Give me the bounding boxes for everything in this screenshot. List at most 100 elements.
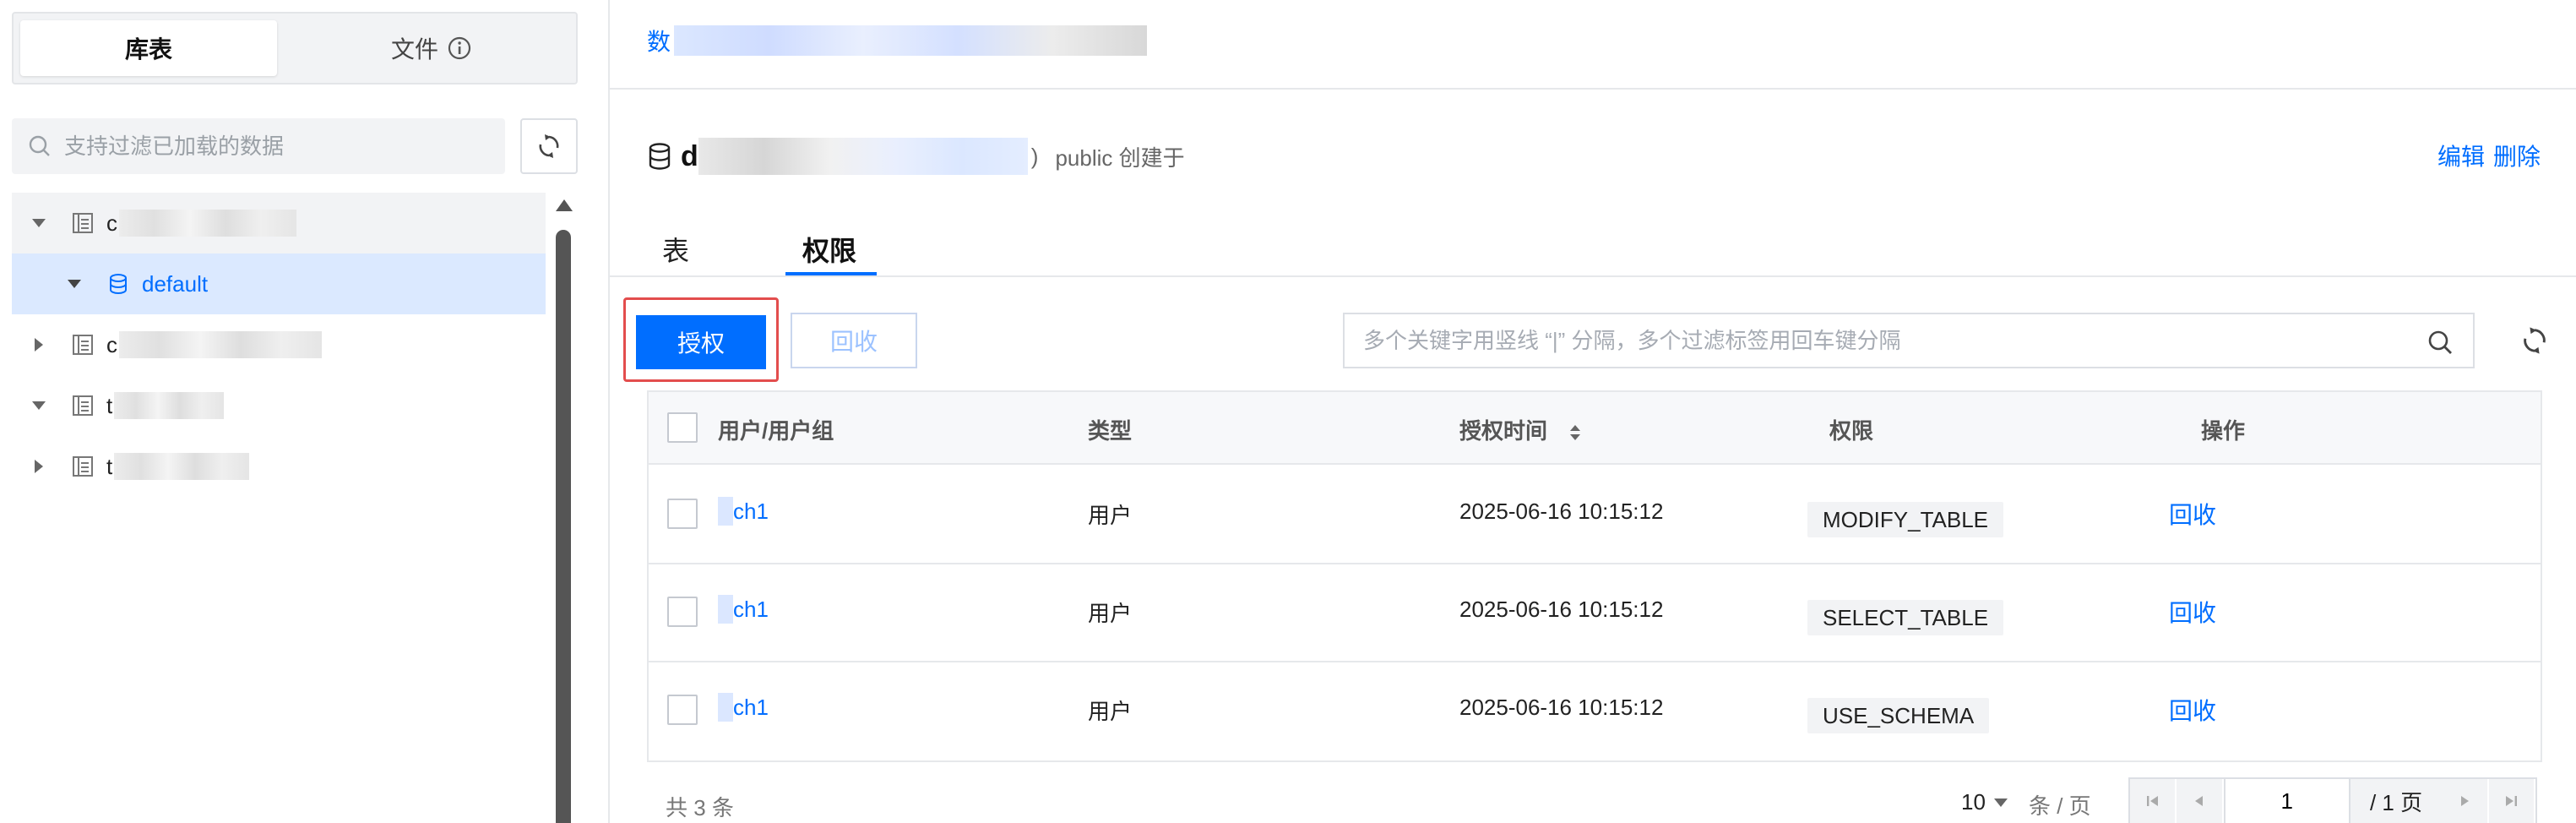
edit-link[interactable]: 编辑 <box>2437 139 2485 172</box>
caret-right-icon[interactable] <box>29 456 49 477</box>
search-icon[interactable] <box>2426 328 2454 357</box>
catalog-icon <box>71 455 95 478</box>
tree-node[interactable]: t <box>12 436 546 497</box>
column-header-user: 用户/用户组 <box>718 418 834 444</box>
filter-input[interactable] <box>1363 327 2402 354</box>
user-link[interactable]: ch1 <box>733 695 769 721</box>
redacted-label <box>119 210 296 237</box>
sidebar-tabs: 库表 文件 <box>12 12 578 84</box>
user-cell: ch1 <box>718 693 769 722</box>
page-number-input[interactable] <box>2223 779 2350 823</box>
sidebar-scrollbar[interactable] <box>552 199 576 823</box>
user-link[interactable]: ch1 <box>733 499 769 525</box>
row-checkbox[interactable] <box>667 597 698 627</box>
tab-library[interactable]: 库表 <box>20 20 277 76</box>
sidebar-search-input[interactable] <box>64 133 486 160</box>
total-pages: / 1 页 <box>2350 779 2443 823</box>
last-page-icon <box>2506 796 2518 806</box>
user-cell: ch1 <box>718 497 769 526</box>
database-meta: public 创建于 <box>1055 144 1185 171</box>
database-paren: ) <box>1030 143 1039 169</box>
tree-node-label: t <box>106 453 113 479</box>
sidebar-search <box>12 118 505 174</box>
catalog-icon <box>71 394 95 417</box>
first-page-icon <box>2146 796 2158 806</box>
first-page-button[interactable] <box>2130 779 2177 823</box>
chevron-down-icon <box>1993 798 2008 807</box>
tree-node-label: default <box>142 270 209 297</box>
caret-down-icon[interactable] <box>64 274 84 294</box>
breadcrumb-link[interactable]: 数 <box>647 24 671 57</box>
caret-down-icon[interactable] <box>29 395 49 416</box>
column-header-action: 操作 <box>2201 418 2246 444</box>
time-cell: 2025-06-16 10:15:12 <box>1459 597 1664 622</box>
permissions-table: 用户/用户组 类型 授权时间 权限 操作 ch1 用户 2025-06-16 1… <box>647 390 2542 762</box>
user-cell: ch1 <box>718 595 769 624</box>
redacted-breadcrumb <box>674 25 1148 56</box>
type-cell: 用户 <box>1088 601 1133 626</box>
column-header-time-label: 授权时间 <box>1459 418 1548 444</box>
catalog-icon <box>71 333 95 357</box>
tree-node[interactable]: t <box>12 375 546 436</box>
database-icon <box>106 272 130 296</box>
filter-box <box>1343 313 2475 368</box>
database-tree: c default c t t <box>12 193 546 497</box>
tree-node[interactable]: c <box>12 193 546 253</box>
tabs-divider <box>610 275 2576 277</box>
caret-right-icon[interactable] <box>29 335 49 355</box>
row-revoke-link[interactable]: 回收 <box>2169 497 2216 531</box>
redacted-user <box>718 497 733 526</box>
pagination: / 1 页 <box>2128 777 2537 823</box>
content-tabs: 表 权限 <box>610 225 2576 277</box>
sidebar: 库表 文件 支持过滤已加载的数据 c default c t t <box>0 0 593 823</box>
tree-node[interactable]: c <box>12 314 546 375</box>
database-header: d ) public 创建于 <box>647 135 1185 177</box>
permission-tag: USE_SCHEMA <box>1807 698 1990 733</box>
user-link[interactable]: ch1 <box>733 597 769 623</box>
sort-icon[interactable] <box>1568 423 1582 442</box>
redacted-user <box>718 693 733 722</box>
grant-button[interactable]: 授权 <box>636 315 766 369</box>
scroll-up-arrow-icon[interactable] <box>556 199 573 211</box>
delete-link[interactable]: 删除 <box>2493 139 2541 172</box>
tab-files[interactable]: 文件 <box>292 20 571 76</box>
info-icon[interactable] <box>447 35 472 61</box>
scroll-thumb[interactable] <box>556 230 571 823</box>
prev-page-button[interactable] <box>2177 779 2224 823</box>
tab-files-label: 文件 <box>390 36 438 63</box>
permission-tag: SELECT_TABLE <box>1807 600 2004 635</box>
row-revoke-link[interactable]: 回收 <box>2169 693 2216 727</box>
tree-node-label: t <box>106 392 113 418</box>
time-cell: 2025-06-16 10:15:12 <box>1459 695 1664 720</box>
row-revoke-link[interactable]: 回收 <box>2169 595 2216 629</box>
caret-down-icon[interactable] <box>29 213 49 233</box>
tab-tables[interactable]: 表 <box>662 230 689 269</box>
page-size-select[interactable]: 10 <box>1961 789 2008 815</box>
table-row: ch1 用户 2025-06-16 10:15:12 SELECT_TABLE … <box>649 564 2541 662</box>
column-header-permission: 权限 <box>1829 418 1874 444</box>
tab-permissions[interactable]: 权限 <box>802 230 856 269</box>
tree-node-default[interactable]: default <box>12 253 546 314</box>
column-header-type: 类型 <box>1088 418 1133 444</box>
page-size-unit: 条 / 页 <box>2029 793 2091 819</box>
type-cell: 用户 <box>1088 699 1133 724</box>
next-page-button[interactable] <box>2442 779 2489 823</box>
breadcrumb: 数 <box>647 24 1148 57</box>
revoke-button[interactable]: 回收 <box>791 313 917 368</box>
column-header-time[interactable]: 授权时间 <box>1459 414 1582 445</box>
redacted-user <box>718 595 733 624</box>
table-row: ch1 用户 2025-06-16 10:15:12 USE_SCHEMA 回收 <box>649 662 2541 760</box>
redacted-database-name <box>698 138 1028 175</box>
select-all-checkbox[interactable] <box>667 412 698 443</box>
sidebar-refresh-button[interactable] <box>520 118 578 174</box>
row-checkbox[interactable] <box>667 499 698 529</box>
type-cell: 用户 <box>1088 503 1133 528</box>
row-checkbox[interactable] <box>667 695 698 725</box>
table-header: 用户/用户组 类型 授权时间 权限 操作 <box>649 392 2541 465</box>
next-page-icon <box>2461 796 2470 806</box>
header-actions: 编辑 删除 <box>2437 139 2541 172</box>
refresh-icon[interactable] <box>2519 324 2551 357</box>
table-row: ch1 用户 2025-06-16 10:15:12 MODIFY_TABLE … <box>649 466 2541 564</box>
last-page-button[interactable] <box>2488 779 2536 823</box>
time-cell: 2025-06-16 10:15:12 <box>1459 499 1664 524</box>
